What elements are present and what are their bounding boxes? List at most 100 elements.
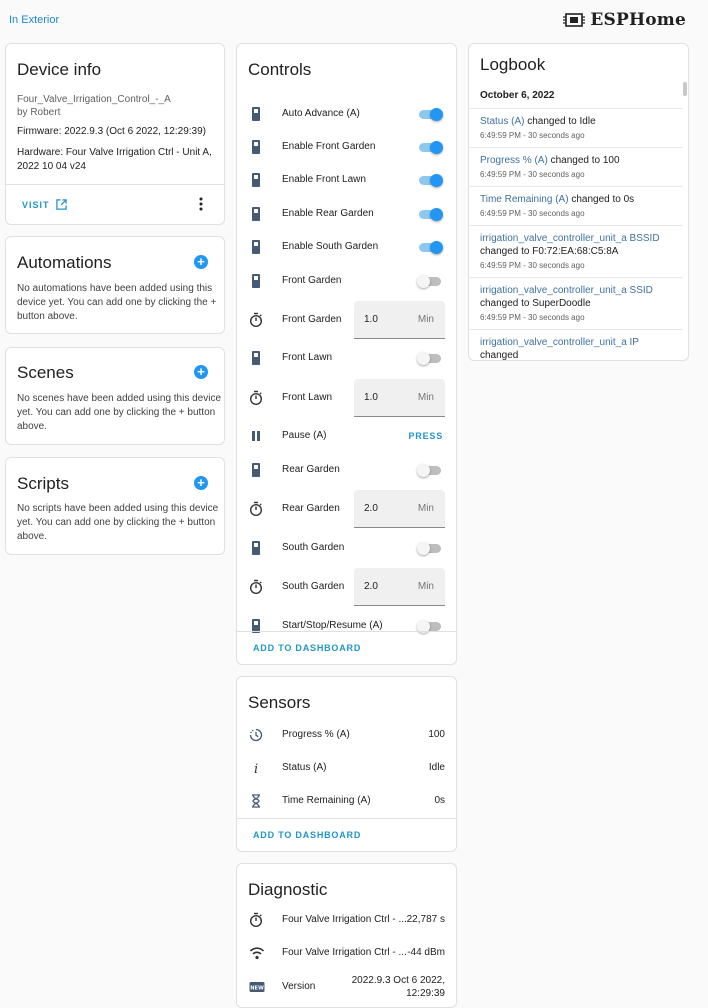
scripts-card: Scripts + No scripts have been added usi… [5,457,225,555]
add-to-dashboard-button[interactable]: ADD TO DASHBOARD [253,643,361,653]
card-title: Scripts [17,474,69,493]
number-value: 2.0 [364,503,378,514]
info-icon: i [249,760,263,777]
sensor-label: Progress % (A) [282,729,350,740]
press-button[interactable]: PRESS [408,431,443,441]
logbook-message: changed to Idle [524,116,596,127]
number-input[interactable]: 2.0 Min [354,490,445,528]
logbook-text: irrigation_valve_controller_unit_a SSID … [480,284,672,310]
toggle-switch[interactable] [417,542,443,555]
sensor-row[interactable]: Progress % (A) 100 [237,721,457,749]
sensor-value: Idle [428,762,445,773]
control-label: Auto Advance (A) [282,108,360,119]
control-label: Front Garden [282,275,342,286]
number-unit: Min [417,392,434,403]
logbook-entity-link[interactable]: irrigation_valve_controller_unit_a SSID [480,285,653,296]
brand-name: ESPHome [590,10,686,30]
logbook-entity-link[interactable]: Status (A) [480,116,524,127]
device-info-card: Device info Four_Valve_Irrigation_Contro… [5,43,225,225]
hardware-info: Hardware: Four Valve Irrigation Ctrl - U… [17,147,212,172]
toggle-switch[interactable] [417,352,443,365]
control-row: Front Garden [237,267,457,295]
control-row: South Garden [237,534,457,562]
diagnostic-value: -44 dBm [407,947,445,958]
logbook-text: irrigation_valve_controller_unit_a IP ch… [480,336,672,360]
add-to-dashboard-button[interactable]: ADD TO DASHBOARD [253,830,361,840]
number-unit: Min [417,503,434,514]
logbook-time: 6:49:59 PM - 30 seconds ago [480,170,585,179]
number-unit: Min [417,314,434,325]
logbook-entry: irrigation_valve_controller_unit_a IP ch… [469,329,683,360]
number-value: 2.0 [364,581,378,592]
control-row: Rear Garden [237,456,457,484]
number-input[interactable]: 2.0 Min [354,568,445,606]
empty-message: No automations have been added using thi… [17,283,217,322]
top-bar: In Exterior ESPHome [0,0,708,40]
device-name: Four_Valve_Irrigation_Control_-_A [17,94,171,105]
toggle-switch[interactable] [417,174,443,187]
switch-icon [249,540,263,556]
logbook-entity-link[interactable]: irrigation_valve_controller_unit_a BSSID [480,233,660,244]
card-title: Sensors [248,693,311,712]
control-row: Rear Garden 2.0 Min [237,490,457,528]
toggle-switch[interactable] [417,108,443,121]
control-row: Enable Front Garden [237,133,457,161]
logbook-entry: Progress % (A) changed to 100 6:49:59 PM … [469,147,683,186]
logbook-text: irrigation_valve_controller_unit_a BSSID… [480,232,672,258]
diagnostic-row[interactable]: Four Valve Irrigation Ctrl - ... -44 dBm [237,939,457,967]
control-row: Enable South Garden [237,233,457,261]
logbook-entity-link[interactable]: Progress % (A) [480,155,548,166]
logbook-time: 6:49:59 PM - 30 seconds ago [480,209,585,218]
number-value: 1.0 [364,392,378,403]
timer-icon [249,912,263,928]
logbook-list[interactable]: Status (A) changed to Idle 6:49:59 PM - 3… [469,108,683,360]
diagnostic-value: 22,787 s [406,914,445,925]
add-script-button[interactable]: + [194,476,208,490]
control-label: Rear Garden [282,503,340,514]
card-title: Controls [248,60,312,79]
timer-icon [249,579,263,595]
open-in-new-icon [55,199,67,210]
switch-icon [249,239,263,255]
sensor-value: 0s [434,795,445,806]
controls-card: Controls Auto Advance (A) Enable Front Ga… [236,43,457,665]
sensor-row[interactable]: i Status (A) Idle [237,754,457,782]
logbook-entity-link[interactable]: Time Remaining (A) [480,194,569,205]
control-row: Front Lawn [237,344,457,372]
control-row: Enable Rear Garden [237,200,457,228]
number-input[interactable]: 1.0 Min [354,301,445,339]
add-scene-button[interactable]: + [194,365,208,379]
visit-button[interactable]: VISIT [22,199,67,210]
toggle-switch[interactable] [417,208,443,221]
toggle-switch[interactable] [417,275,443,288]
logbook-message: changed to 100 [547,155,620,166]
breadcrumb-link[interactable]: In Exterior [9,14,59,26]
logbook-entry: irrigation_valve_controller_unit_a BSSID… [469,225,683,277]
logbook-text: Time Remaining (A) changed to 0s [480,193,672,206]
logbook-text: Progress % (A) changed to 100 [480,154,672,167]
add-automation-button[interactable]: + [194,255,208,269]
logbook-card: Logbook October 6, 2022 Status (A) chang… [468,43,689,361]
toggle-switch[interactable] [417,141,443,154]
number-input[interactable]: 1.0 Min [354,379,445,417]
sensor-label: Time Remaining (A) [282,795,371,806]
toggle-switch[interactable] [417,241,443,254]
divider [237,818,456,819]
hourglass-icon [249,793,263,809]
toggle-switch[interactable] [417,464,443,477]
timer-icon [249,390,263,406]
diagnostic-row[interactable]: Four Valve Irrigation Ctrl - ... 22,787 s [237,906,457,934]
switch-icon [249,206,263,222]
scenes-card: Scenes + No scenes have been added using… [5,347,225,445]
svg-text:i: i [254,762,258,776]
logbook-time: 6:49:59 PM - 30 seconds ago [480,131,585,140]
switch-icon [249,172,263,188]
diagnostic-row[interactable]: NEW Version 2022.9.3 Oct 6 2022, 12:29:39 [237,973,457,1001]
more-vert-icon[interactable] [198,197,204,211]
sensor-row[interactable]: Time Remaining (A) 0s [237,787,457,815]
scrollbar-thumb[interactable] [683,82,687,96]
logbook-message: changed to SuperDoodle [480,298,591,309]
logbook-entity-link[interactable]: irrigation_valve_controller_unit_a IP [480,337,639,348]
logbook-entry: Status (A) changed to Idle 6:49:59 PM - 3… [469,108,683,147]
logbook-entry: Time Remaining (A) changed to 0s 6:49:59 … [469,186,683,225]
